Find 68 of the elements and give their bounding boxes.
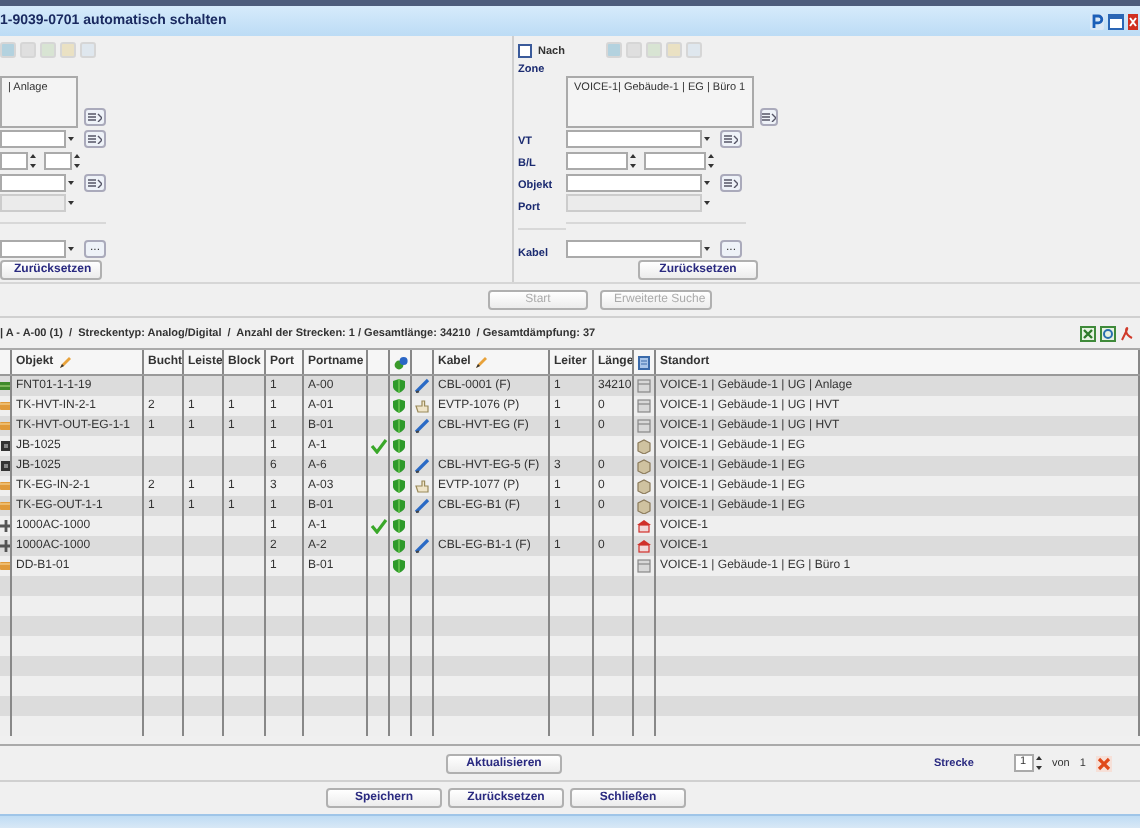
hand-icon (414, 478, 430, 494)
table-icon[interactable] (1100, 325, 1116, 341)
cable-icon (414, 498, 430, 514)
cable-icon (414, 378, 430, 394)
shield-icon (392, 538, 406, 554)
list-icon (724, 134, 738, 145)
list-icon (724, 177, 738, 188)
list-icon (761, 112, 776, 123)
dropdown-field[interactable] (566, 130, 712, 149)
dropdown-field[interactable] (0, 194, 76, 213)
close-icon[interactable] (1128, 13, 1138, 29)
document-icon (638, 355, 650, 369)
number-field[interactable] (644, 151, 716, 170)
module-icon (0, 498, 10, 514)
cable-icon (414, 418, 430, 434)
cable-icon (414, 458, 430, 474)
shield-icon (392, 458, 406, 474)
spin-arrows-icon[interactable] (28, 151, 38, 170)
dropdown-field[interactable] (566, 194, 712, 213)
picker-button[interactable] (720, 173, 742, 192)
spin-arrows-icon[interactable] (72, 151, 82, 170)
number-field[interactable] (0, 151, 38, 170)
spreadsheet-icon[interactable] (1080, 325, 1096, 341)
hand-icon (414, 398, 430, 414)
module-icon (0, 478, 10, 494)
checkbox[interactable] (518, 44, 532, 58)
status-icon (394, 355, 408, 369)
shield-icon (392, 478, 406, 494)
spin-arrows-icon[interactable] (1034, 754, 1044, 772)
dropdown-field[interactable] (566, 239, 712, 258)
pdf-icon[interactable] (1120, 325, 1134, 341)
dropdown-field[interactable] (0, 173, 76, 192)
list-icon (88, 134, 102, 145)
shield-icon (392, 398, 406, 414)
module-icon (0, 418, 10, 434)
dropdown-field[interactable] (566, 173, 712, 192)
building-icon (636, 518, 652, 534)
switch-icon (0, 518, 10, 534)
shield-icon (392, 498, 406, 514)
help-icon[interactable] (1090, 13, 1104, 29)
picker-button[interactable] (720, 130, 742, 149)
spin-arrows-icon[interactable] (628, 151, 638, 170)
module-icon (0, 398, 10, 414)
dropdown-field[interactable] (0, 130, 76, 149)
shield-icon (392, 518, 406, 534)
socket-icon (0, 458, 10, 474)
window-icon[interactable] (1108, 13, 1124, 29)
shield-icon (392, 558, 406, 574)
picker-button[interactable] (84, 108, 106, 127)
list-icon (88, 177, 102, 188)
dropdown-field[interactable] (0, 239, 76, 258)
delete-icon[interactable] (1095, 755, 1112, 771)
list-icon (88, 112, 102, 123)
picker-button[interactable] (759, 108, 778, 127)
number-field[interactable] (44, 151, 82, 170)
socket-icon (0, 438, 10, 454)
number-field[interactable] (566, 151, 638, 170)
picker-button[interactable] (84, 130, 106, 149)
module-icon (0, 558, 10, 574)
shield-icon (392, 438, 406, 454)
cable-icon (414, 538, 430, 554)
switch-icon (0, 538, 10, 554)
picker-button[interactable] (84, 173, 106, 192)
building-icon (636, 538, 652, 554)
spin-arrows-icon[interactable] (706, 151, 716, 170)
shield-icon (392, 378, 406, 394)
shield-icon (392, 418, 406, 434)
patch-panel-icon (0, 378, 10, 394)
